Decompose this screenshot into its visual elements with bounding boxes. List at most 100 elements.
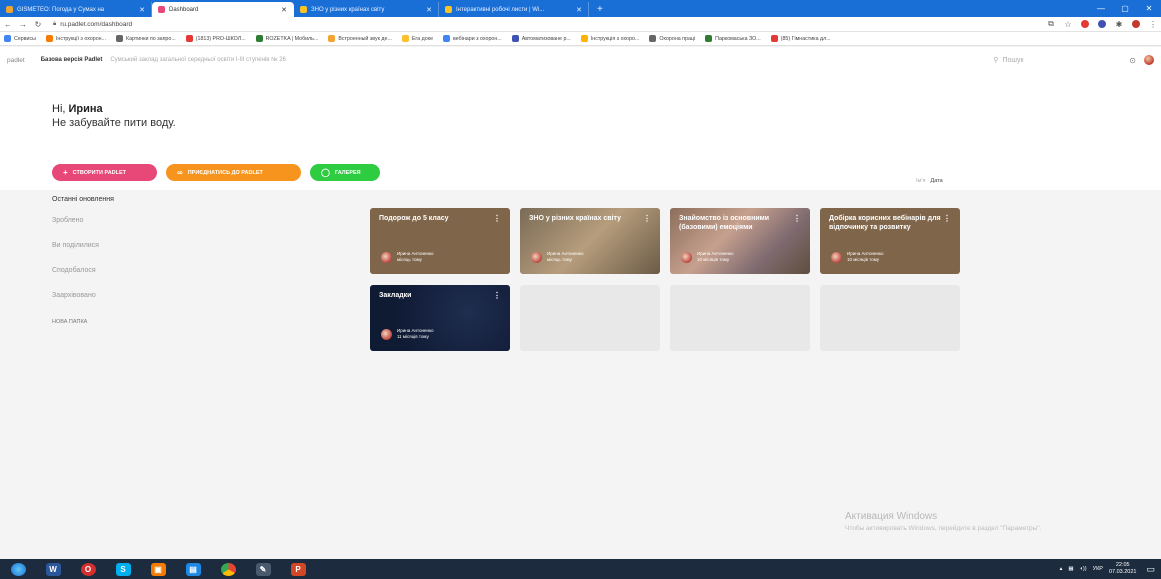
- bookmark-item[interactable]: Охорона праці: [649, 35, 695, 42]
- padlet-card[interactable]: Добірка корисних вебінарів для відпочинк…: [820, 208, 960, 274]
- notifications-icon[interactable]: ▭: [1146, 564, 1155, 575]
- bookmark-label: Інструкція з охоро...: [590, 35, 640, 42]
- plan-name[interactable]: Базова версія Padlet: [41, 57, 103, 63]
- puzzle-icon[interactable]: ✱: [1115, 20, 1123, 29]
- bookmark-label: Охорона праці: [659, 35, 696, 42]
- bookmark-item[interactable]: Автоматизоване р...: [511, 35, 571, 42]
- padlet-card[interactable]: Знайомство із основними (базовими) емоці…: [670, 208, 810, 274]
- minimize-button[interactable]: —: [1089, 4, 1113, 13]
- browser-tab-gismeteo[interactable]: GISMETEO: Погода у Сумах на ✕: [0, 2, 152, 17]
- card-menu-icon[interactable]: ⋮: [643, 214, 651, 223]
- reload-icon[interactable]: ↻: [34, 20, 42, 29]
- bookmark-item[interactable]: Інструкції з охорон...: [45, 35, 106, 42]
- bookmark-label: вебінари з охорон...: [453, 35, 502, 42]
- sidebar-item-made[interactable]: Зроблено: [52, 217, 212, 242]
- gallery-button[interactable]: ◯ ГАЛЕРЕЯ: [310, 164, 380, 181]
- browser-tab-zno[interactable]: ЗНО у різних країнах світу ✕: [294, 2, 439, 17]
- bookmark-item[interactable]: Інструкція з охоро...: [580, 35, 640, 42]
- youtube-icon: [185, 35, 193, 42]
- taskbar-skype[interactable]: S: [111, 560, 135, 578]
- clock-date: 07.03.2021: [1108, 569, 1137, 575]
- new-folder-button[interactable]: НОВА ПАПКА: [52, 319, 212, 325]
- card-menu-icon[interactable]: ⋮: [793, 214, 801, 223]
- paint-icon: ✎: [255, 562, 271, 576]
- padlet-card[interactable]: Подорож до 5 класу ⋮ Ирина Антоненко міся…: [370, 208, 510, 274]
- greeting: Hi, Ирина: [52, 103, 103, 115]
- media-icon: ▣: [150, 562, 166, 576]
- user-avatar[interactable]: [1144, 55, 1154, 65]
- bookmark-item[interactable]: (1813) PRO-ШКОЛ...: [185, 35, 246, 42]
- taskbar-opera[interactable]: O: [76, 560, 100, 578]
- bookmark-item[interactable]: ROZETKA | Мобиль...: [255, 35, 318, 42]
- maximize-button[interactable]: ▢: [1113, 4, 1137, 13]
- tab-close-icon[interactable]: ✕: [139, 6, 145, 14]
- profile-avatar-icon[interactable]: [1132, 20, 1140, 28]
- dashboard-sidebar: Останні оновлення Зроблено Ви поділилися…: [52, 196, 212, 325]
- network-icon[interactable]: ▦: [1068, 566, 1073, 572]
- worksheets-favicon-icon: [445, 6, 452, 13]
- translate-icon[interactable]: ⧉: [1047, 19, 1055, 29]
- taskbar-clock[interactable]: 22:05 07.03.2021: [1109, 562, 1137, 576]
- taskbar-chrome[interactable]: [216, 560, 240, 578]
- bookmark-label: (1813) PRO-ШКОЛ...: [195, 35, 246, 42]
- url-text: ru.padlet.com/dashboard: [60, 20, 133, 28]
- start-button[interactable]: [6, 560, 30, 578]
- bookmark-item[interactable]: Паркомаська ЗО...: [705, 35, 761, 42]
- sidebar-item-recent[interactable]: Останні оновлення: [52, 196, 212, 203]
- taskbar-powerpoint[interactable]: P: [286, 560, 310, 578]
- browser-tab-worksheets[interactable]: Інтерактивні робочі листи | Wi... ✕: [439, 2, 589, 17]
- create-padlet-button[interactable]: + СТВОРИТИ PADLET: [52, 164, 157, 181]
- bookmark-item[interactable]: Встроенный звук дe...: [328, 35, 392, 42]
- bookmark-item[interactable]: вебінари з охорон...: [443, 35, 502, 42]
- tab-title: GISMETEO: Погода у Сумах на: [17, 6, 105, 13]
- browser-tab-dashboard[interactable]: Dashboard ✕: [152, 2, 294, 17]
- extension-icon[interactable]: [1098, 20, 1106, 28]
- extension-icon[interactable]: [1081, 20, 1089, 28]
- bookmark-item[interactable]: Картинки по запро...: [115, 35, 176, 42]
- bookmark-item[interactable]: Сервисы: [4, 35, 36, 42]
- sort-by-date[interactable]: Дата: [931, 178, 943, 184]
- search-input[interactable]: ⚲ Пошук: [993, 56, 1085, 65]
- user-name: Ирина: [68, 103, 103, 115]
- volume-icon[interactable]: ◖)): [1080, 566, 1087, 572]
- join-padlet-button[interactable]: ∞ ПРИЄДНАТИСЬ ДО PADLET: [166, 164, 301, 181]
- tray-arrow-icon[interactable]: ▴: [1060, 566, 1063, 572]
- tab-close-icon[interactable]: ✕: [281, 6, 287, 14]
- padlet-card[interactable]: ЗНО у різних країнах світу ⋮ Ирина Антон…: [520, 208, 660, 274]
- padlet-logo[interactable]: padlet: [7, 57, 25, 64]
- card-menu-icon[interactable]: ⋮: [493, 291, 501, 300]
- url-field[interactable]: 🔒︎ ru.padlet.com/dashboard: [53, 21, 132, 28]
- taskbar-paint[interactable]: ✎: [251, 560, 275, 578]
- sidebar-item-shared[interactable]: Ви поділилися: [52, 242, 212, 267]
- menu-dots-icon[interactable]: ⋮: [1149, 20, 1157, 29]
- tab-title: ЗНО у різних країнах світу: [311, 6, 385, 13]
- taskbar-word[interactable]: W: [41, 560, 65, 578]
- bookmark-favicon-icon: [401, 35, 409, 42]
- sidebar-item-archived[interactable]: Заархівовано: [52, 292, 212, 317]
- keyboard-language[interactable]: УКР: [1093, 566, 1103, 572]
- school-name: Сумський заклад загальної середньої осві…: [110, 57, 286, 63]
- help-icon[interactable]: ⊙: [1129, 56, 1136, 65]
- bookmarks-bar: Сервисы Інструкції з охорон... Картинки …: [0, 32, 1161, 46]
- sort-by-name[interactable]: Імʼя: [916, 178, 926, 184]
- card-menu-icon[interactable]: ⋮: [943, 214, 951, 223]
- forward-icon[interactable]: →: [19, 20, 27, 29]
- back-icon[interactable]: ←: [4, 20, 12, 29]
- padlet-card[interactable]: Закладки ⋮ Ирина Антоненко 11 місяців том…: [370, 285, 510, 351]
- taskbar-explorer[interactable]: ▤: [181, 560, 205, 578]
- card-menu-icon[interactable]: ⋮: [493, 214, 501, 223]
- tab-close-icon[interactable]: ✕: [576, 6, 582, 14]
- bookmark-label: Паркомаська ЗО...: [715, 35, 761, 42]
- new-tab-button[interactable]: +: [589, 2, 611, 17]
- powerpoint-icon: P: [290, 562, 306, 576]
- padlet-favicon-icon: [300, 6, 307, 13]
- tab-close-icon[interactable]: ✕: [426, 6, 432, 14]
- new-tab-label: +: [597, 4, 603, 15]
- sidebar-item-liked[interactable]: Сподобалося: [52, 267, 212, 292]
- taskbar-media[interactable]: ▣: [146, 560, 170, 578]
- card-time: місяць тому: [397, 257, 422, 262]
- close-button[interactable]: ✕: [1137, 4, 1161, 13]
- bookmark-item[interactable]: (85) Гімнастика дл...: [770, 35, 831, 42]
- star-icon[interactable]: ☆: [1064, 20, 1072, 29]
- bookmark-item[interactable]: Ега доке: [401, 35, 433, 42]
